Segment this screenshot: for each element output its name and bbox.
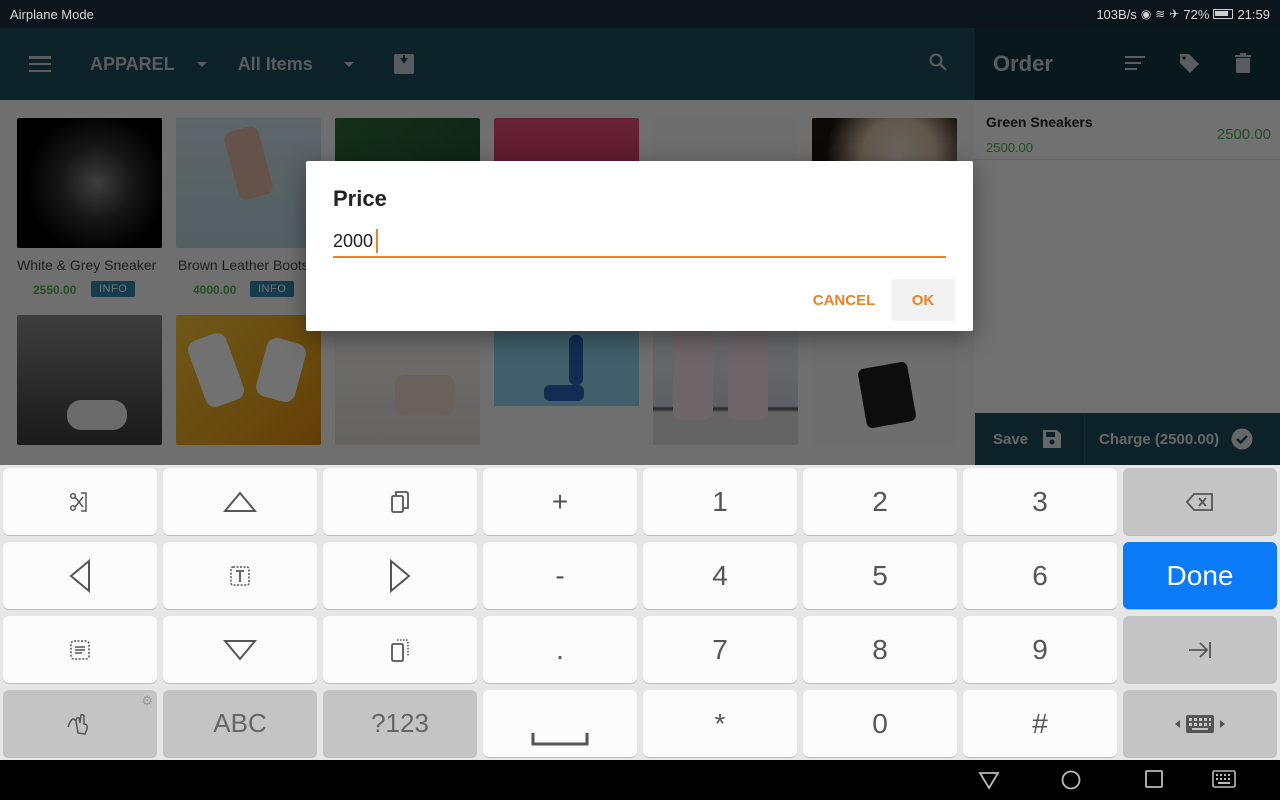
airplane-mode-label: Airplane Mode <box>10 6 94 22</box>
on-screen-keyboard: + 1 2 3 - 4 5 6 Done . 7 8 9 ⚙ ABC ?123 … <box>0 465 1280 760</box>
key-abc[interactable]: ABC <box>163 690 317 757</box>
status-icons: 103B/s ◉ ≋ ✈ 72% 21:59 <box>1096 7 1270 22</box>
navigation-bar <box>0 760 1280 800</box>
key-plus[interactable]: + <box>483 468 637 535</box>
key-left[interactable] <box>3 542 157 609</box>
text-cursor <box>376 229 378 253</box>
key-9[interactable]: 9 <box>963 616 1117 683</box>
key-copy[interactable] <box>323 468 477 535</box>
key-select-all[interactable] <box>3 616 157 683</box>
select-all-icon <box>70 639 90 660</box>
cancel-button[interactable]: CANCEL <box>800 279 888 321</box>
key-8[interactable]: 8 <box>803 616 957 683</box>
key-5[interactable]: 5 <box>803 542 957 609</box>
key-4[interactable]: 4 <box>643 542 797 609</box>
copy-icon <box>391 490 409 513</box>
key-6[interactable]: 6 <box>963 542 1117 609</box>
key-1[interactable]: 1 <box>643 468 797 535</box>
key-space[interactable] <box>483 690 637 757</box>
down-arrow-icon <box>223 639 257 661</box>
key-up[interactable] <box>163 468 317 535</box>
key-star[interactable]: * <box>643 690 797 757</box>
key-7[interactable]: 7 <box>643 616 797 683</box>
key-dot[interactable]: . <box>483 616 637 683</box>
ok-button[interactable]: OK <box>891 279 955 321</box>
clock: 21:59 <box>1237 6 1270 22</box>
backspace-icon <box>1186 492 1213 511</box>
recents-icon[interactable] <box>1145 770 1163 788</box>
key-2[interactable]: 2 <box>803 468 957 535</box>
battery-icon <box>1213 9 1234 19</box>
paste-icon <box>391 638 409 662</box>
status-bar: Airplane Mode 103B/s ◉ ≋ ✈ 72% 21:59 <box>0 0 1280 28</box>
price-input[interactable] <box>333 230 377 252</box>
key-3[interactable]: 3 <box>963 468 1117 535</box>
price-field[interactable] <box>333 226 946 258</box>
select-text-icon <box>230 565 250 586</box>
key-down[interactable] <box>163 616 317 683</box>
key-cut[interactable] <box>3 468 157 535</box>
home-icon[interactable] <box>1061 770 1081 790</box>
dialog-title: Price <box>333 186 387 211</box>
key-right[interactable] <box>323 542 477 609</box>
price-dialog: Price CANCEL OK <box>306 161 973 331</box>
settings-gear-icon[interactable]: ⚙ <box>141 693 153 709</box>
battery-percent: 72% <box>1183 6 1210 22</box>
screen: Airplane Mode 103B/s ◉ ≋ ✈ 72% 21:59 APP… <box>0 0 1280 800</box>
key-0[interactable]: 0 <box>803 690 957 757</box>
key-symbols[interactable]: ?123 <box>323 690 477 757</box>
wifi-icon: ≋ <box>1155 7 1166 21</box>
key-hash[interactable]: # <box>963 690 1117 757</box>
right-arrow-icon <box>390 558 411 593</box>
space-icon <box>531 732 589 745</box>
net-speed: 103B/s <box>1096 6 1137 22</box>
eye-icon: ◉ <box>1140 7 1152 21</box>
airplane-icon: ✈ <box>1169 7 1180 21</box>
keyboard-move-icon <box>1175 714 1225 733</box>
cut-icon <box>69 491 87 512</box>
key-move-keyboard[interactable] <box>1123 690 1277 757</box>
key-paste[interactable] <box>323 616 477 683</box>
tab-icon <box>1189 641 1211 658</box>
key-backspace[interactable] <box>1123 468 1277 535</box>
left-arrow-icon <box>69 558 90 593</box>
key-handwriting[interactable]: ⚙ <box>3 690 157 757</box>
key-minus[interactable]: - <box>483 542 637 609</box>
done-key[interactable]: Done <box>1123 542 1277 609</box>
keyboard-icon[interactable] <box>1212 770 1236 788</box>
key-select-text[interactable] <box>163 542 317 609</box>
key-tab[interactable] <box>1123 616 1277 683</box>
handwriting-icon <box>67 713 88 735</box>
back-icon[interactable] <box>978 770 1000 790</box>
up-arrow-icon <box>223 490 257 512</box>
